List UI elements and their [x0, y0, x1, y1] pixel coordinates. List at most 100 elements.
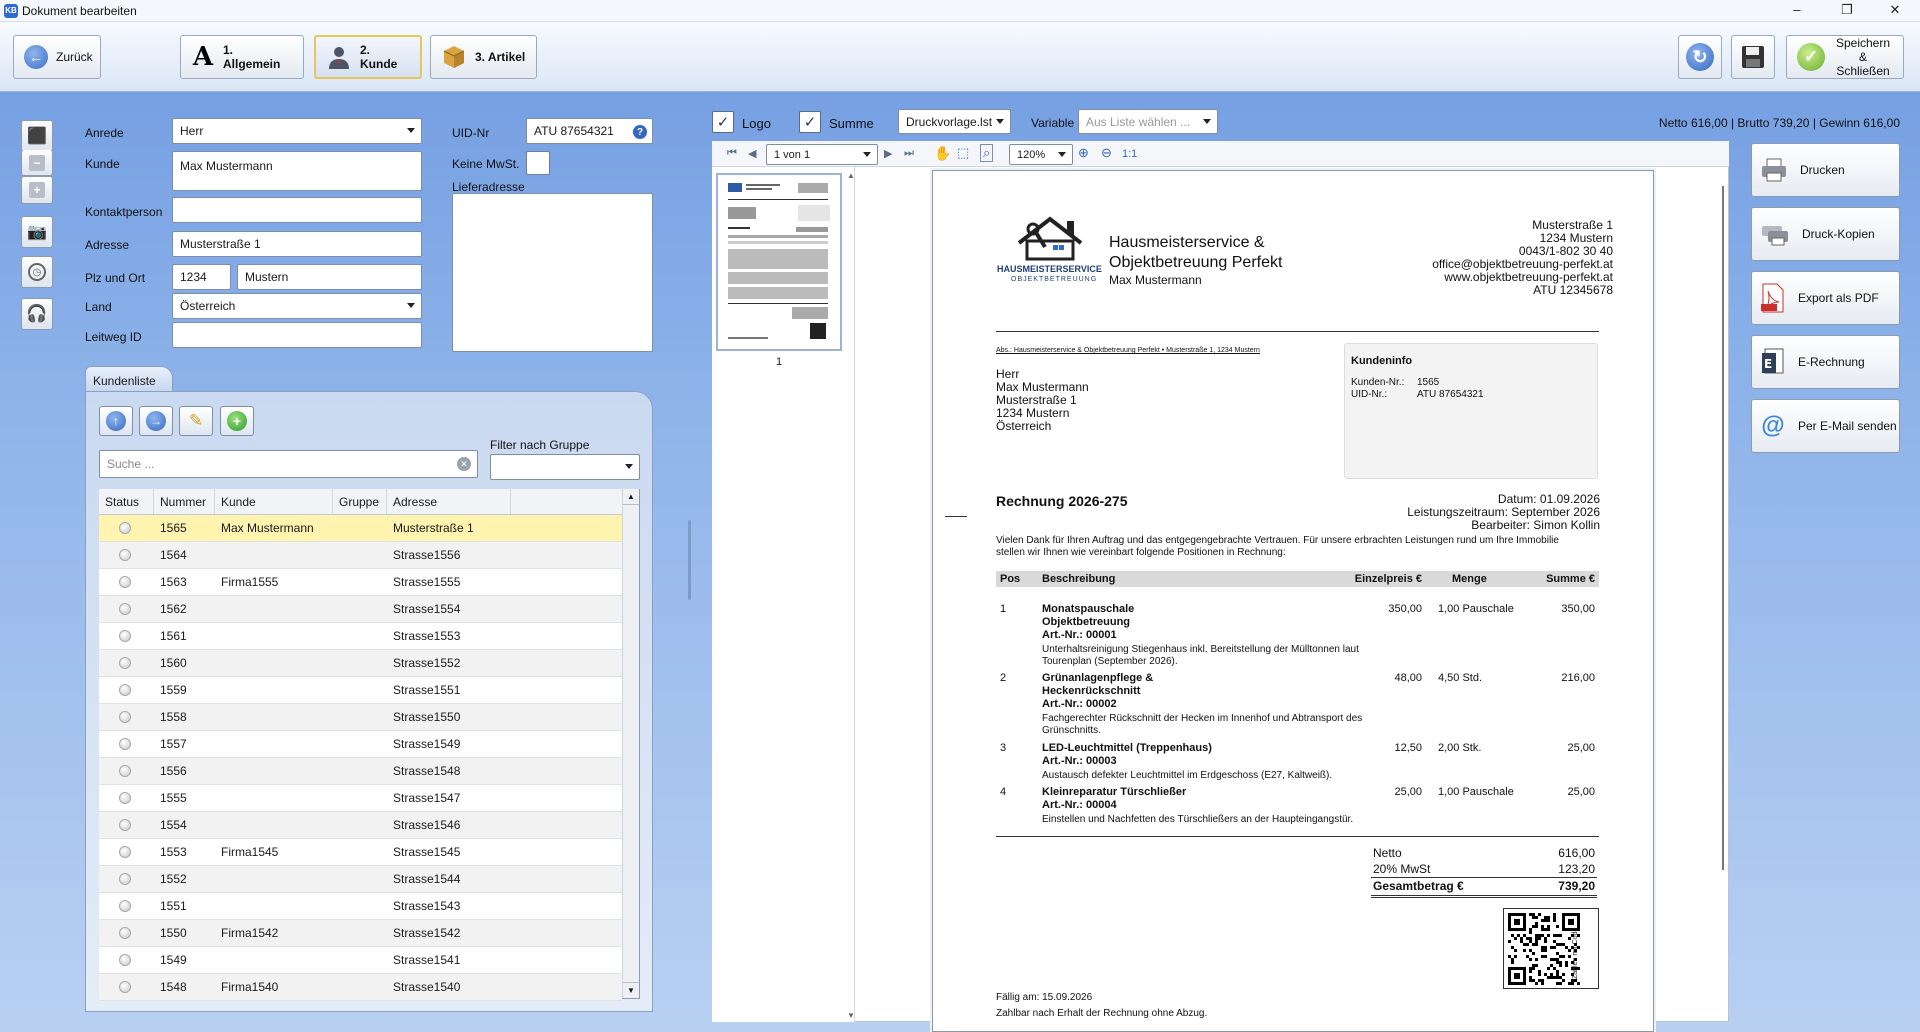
- col-kunde[interactable]: Kunde: [215, 489, 333, 514]
- zoom-out-icon[interactable]: ⊖: [1101, 145, 1112, 161]
- print-button[interactable]: Drucken: [1751, 143, 1900, 197]
- e-rechnung-button[interactable]: E E-Rechnung: [1751, 335, 1900, 389]
- history-button[interactable]: ◷: [21, 256, 53, 288]
- add-customer-button[interactable]: +: [220, 406, 254, 436]
- col-adresse[interactable]: Adresse: [387, 489, 511, 514]
- page-thumbnail[interactable]: [716, 173, 842, 351]
- move-up-button[interactable]: ↑: [99, 406, 133, 436]
- table-row[interactable]: 1563 Firma1555 Strasse1555: [99, 569, 622, 596]
- tab-allgemein-label: 1. Allgemein: [223, 43, 281, 71]
- hand-tool-icon[interactable]: ✋: [934, 145, 951, 162]
- col-gruppe[interactable]: Gruppe: [333, 489, 387, 514]
- table-row[interactable]: 1551 Strasse1543: [99, 893, 622, 920]
- item-name-2: Objektbetreuung: [1042, 616, 1131, 628]
- gruppe-cell: [333, 839, 387, 865]
- minus-icon: −: [29, 154, 45, 171]
- zoom-select[interactable]: 120%: [1009, 144, 1073, 165]
- thumbnail-scrollbar[interactable]: ▲ ▼: [847, 167, 855, 1022]
- template-select[interactable]: Druckvorlage.lst: [898, 109, 1011, 134]
- cube-button[interactable]: ⬛: [21, 120, 53, 152]
- first-page-icon[interactable]: ⏮: [727, 147, 737, 160]
- table-row[interactable]: 1555 Strasse1547: [99, 785, 622, 812]
- tab-kunde[interactable]: 2. Kunde: [314, 35, 422, 79]
- kunde-input[interactable]: Max Mustermann: [172, 151, 422, 191]
- help-icon[interactable]: ?: [633, 125, 647, 139]
- print-copies-button[interactable]: Druck-Kopien: [1751, 207, 1900, 261]
- land-select[interactable]: Österreich: [172, 293, 422, 319]
- keine-mwst-checkbox[interactable]: [526, 151, 550, 175]
- table-row[interactable]: 1548 Firma1540 Strasse1540: [99, 974, 622, 1001]
- remove-button[interactable]: −: [21, 150, 53, 176]
- search-input[interactable]: Suche ... ✕: [99, 450, 478, 478]
- table-row[interactable]: 1561 Strasse1553: [99, 623, 622, 650]
- refresh-button[interactable]: ↻: [1678, 35, 1722, 79]
- status-cell: [99, 812, 154, 838]
- preview-scrollbar[interactable]: [1722, 186, 1724, 870]
- scroll-down-icon[interactable]: ▼: [847, 1011, 855, 1020]
- move-right-button[interactable]: →: [139, 406, 173, 436]
- variable-select[interactable]: Aus Liste wählen ...: [1078, 109, 1218, 134]
- tab-kundenliste[interactable]: Kundenliste: [85, 366, 173, 392]
- kontakt-input[interactable]: [172, 197, 422, 223]
- export-pdf-button[interactable]: Export als PDF: [1751, 271, 1900, 325]
- col-nummer[interactable]: Nummer: [154, 489, 215, 514]
- back-button[interactable]: ← Zurück: [13, 35, 101, 79]
- table-row[interactable]: 1557 Strasse1549: [99, 731, 622, 758]
- zoom-in-icon[interactable]: ⊕: [1078, 145, 1089, 161]
- uid-label: UID-Nr: [452, 126, 490, 140]
- table-row[interactable]: 1559 Strasse1551: [99, 677, 622, 704]
- anrede-select[interactable]: Herr: [172, 118, 422, 144]
- table-row[interactable]: 1560 Strasse1552: [99, 650, 622, 677]
- ort-input[interactable]: Mustern: [237, 264, 422, 290]
- clear-icon[interactable]: ✕: [457, 457, 471, 471]
- camera-button[interactable]: 📷: [21, 216, 53, 248]
- summe-checkbox[interactable]: ✓: [799, 111, 821, 133]
- table-row[interactable]: 1552 Strasse1544: [99, 866, 622, 893]
- select-tool-icon[interactable]: ⬚: [957, 145, 969, 161]
- customer-info-title: Kundeninfo: [1351, 355, 1413, 367]
- support-button[interactable]: 🎧: [21, 298, 53, 330]
- grid-scrollbar[interactable]: ▲ ▼: [622, 489, 639, 998]
- add-button[interactable]: +: [21, 176, 53, 204]
- table-row[interactable]: 1556 Strasse1548: [99, 758, 622, 785]
- last-page-icon[interactable]: ⏭: [904, 147, 914, 160]
- table-row[interactable]: 1553 Firma1545 Strasse1545: [99, 839, 622, 866]
- tab-allgemein[interactable]: A 1. Allgemein: [180, 35, 304, 79]
- tab-artikel[interactable]: 3. Artikel: [430, 35, 537, 79]
- adresse-input[interactable]: Musterstraße 1: [172, 231, 422, 257]
- lieferadresse-input[interactable]: [452, 193, 653, 352]
- table-row[interactable]: 1558 Strasse1550: [99, 704, 622, 731]
- scroll-up-icon[interactable]: ▲: [623, 489, 639, 505]
- prev-page-icon[interactable]: ◀: [748, 147, 756, 160]
- table-row[interactable]: 1554 Strasse1546: [99, 812, 622, 839]
- col-status[interactable]: Status: [99, 489, 154, 514]
- filter-group-select[interactable]: [490, 454, 640, 480]
- zoom-area-icon[interactable]: ⌕: [980, 144, 994, 162]
- next-page-icon[interactable]: ▶: [884, 147, 892, 160]
- table-row[interactable]: 1549 Strasse1541: [99, 947, 622, 974]
- scroll-down-icon[interactable]: ▼: [623, 982, 639, 998]
- edit-button[interactable]: ✎: [179, 406, 213, 436]
- plz-input[interactable]: 1234: [172, 264, 231, 290]
- anrede-label: Anrede: [85, 126, 124, 140]
- adresse-cell: Strasse1554: [393, 602, 461, 616]
- splitter-handle[interactable]: [688, 520, 691, 600]
- save-button[interactable]: [1731, 35, 1775, 79]
- logo-checkbox[interactable]: ✓: [712, 111, 734, 133]
- table-row[interactable]: 1550 Firma1542 Strasse1542: [99, 920, 622, 947]
- page-selector[interactable]: 1 von 1: [766, 144, 878, 165]
- table-row[interactable]: 1562 Strasse1554: [99, 596, 622, 623]
- scroll-up-icon[interactable]: ▲: [847, 171, 855, 180]
- leitweg-input[interactable]: [172, 322, 422, 348]
- maximize-button[interactable]: ❐: [1824, 0, 1870, 22]
- item-desc: Einstellen und Nachfetten des Türschließ…: [1042, 814, 1354, 825]
- item-qty: 2,00 Stk.: [1438, 742, 1482, 754]
- save-close-button[interactable]: ✓ Speichern & Schließen: [1786, 35, 1904, 79]
- close-button[interactable]: ✕: [1872, 0, 1918, 22]
- table-row[interactable]: 1565 Max Mustermann Musterstraße 1: [99, 515, 622, 542]
- actual-size-button[interactable]: 1:1: [1122, 148, 1137, 160]
- email-button[interactable]: @ Per E-Mail senden: [1751, 399, 1900, 453]
- uid-input[interactable]: ATU 87654321?: [526, 118, 653, 144]
- minimize-button[interactable]: –: [1774, 0, 1820, 22]
- table-row[interactable]: 1564 Strasse1556: [99, 542, 622, 569]
